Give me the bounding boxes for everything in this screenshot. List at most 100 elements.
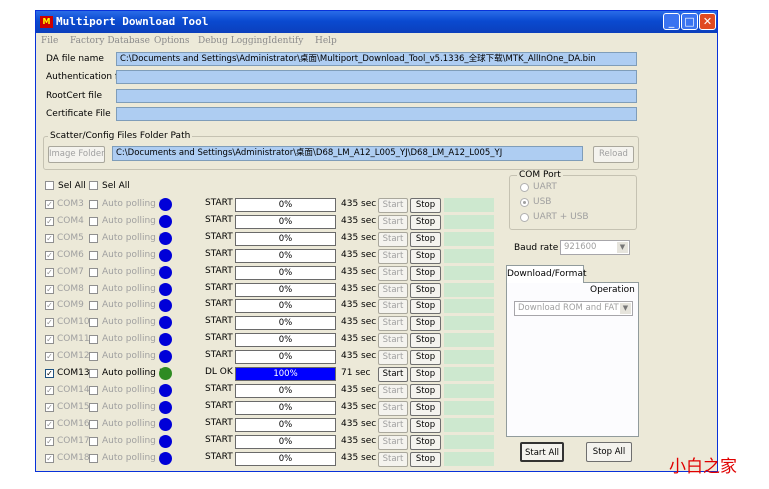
port-enable-checkbox[interactable]: ✓ — [45, 402, 54, 412]
menu-help[interactable]: Help — [315, 36, 337, 46]
auto-polling-checkbox[interactable] — [89, 301, 98, 311]
port-status-indicator — [159, 231, 172, 245]
port-stop-button[interactable]: Stop — [410, 383, 441, 399]
port-enable-checkbox[interactable]: ✓ — [45, 369, 54, 378]
port-start-button[interactable]: Start — [378, 299, 408, 315]
port-com-label: COM4 — [57, 215, 84, 226]
port-start-button[interactable]: Start — [378, 434, 408, 450]
port-stop-button[interactable]: Stop — [410, 198, 441, 213]
port-enable-checkbox[interactable]: ✓ — [45, 385, 54, 395]
port-stop-button[interactable]: Stop — [410, 400, 441, 416]
port-stop-button[interactable]: Stop — [410, 282, 441, 298]
port-start-button[interactable]: Start — [378, 248, 408, 264]
auto-polling-checkbox[interactable] — [89, 436, 98, 446]
auto-polling-checkbox[interactable] — [89, 233, 98, 243]
sel-all-checkbox-2[interactable] — [89, 181, 98, 190]
port-stop-button[interactable]: Stop — [410, 417, 441, 433]
auto-polling-checkbox[interactable] — [89, 267, 98, 277]
port-enable-checkbox[interactable]: ✓ — [45, 250, 54, 260]
radio-uart-usb[interactable] — [520, 213, 529, 222]
port-start-button[interactable]: Start — [378, 316, 408, 332]
port-stop-button[interactable]: Stop — [410, 350, 441, 366]
auto-polling-checkbox[interactable] — [89, 284, 98, 294]
port-start-button[interactable]: Start — [378, 231, 408, 247]
reload-button[interactable]: Reload — [593, 146, 634, 163]
auto-polling-checkbox[interactable] — [89, 453, 98, 463]
radio-uart[interactable] — [520, 183, 529, 192]
port-enable-checkbox[interactable]: ✓ — [45, 301, 54, 311]
port-start-button[interactable]: Start — [378, 451, 408, 467]
port-enable-checkbox[interactable]: ✓ — [45, 352, 54, 362]
menu-options[interactable]: Options — [154, 36, 189, 46]
port-progress-bar: 0% — [235, 400, 336, 415]
maximize-button[interactable]: □ — [681, 13, 698, 30]
port-start-button[interactable]: Start — [378, 282, 408, 298]
menu-file[interactable]: File — [41, 36, 58, 46]
port-stop-button[interactable]: Stop — [410, 451, 441, 467]
port-stop-button[interactable]: Stop — [410, 248, 441, 264]
auto-polling-checkbox[interactable] — [89, 419, 98, 429]
title-bar[interactable]: M Multiport Download Tool _ □ ✕ — [36, 11, 717, 33]
port-stop-button[interactable]: Stop — [410, 367, 441, 382]
scatter-path-field[interactable]: C:\Documents and Settings\Administrator\… — [112, 146, 583, 161]
port-start-button[interactable]: Start — [378, 400, 408, 416]
auto-polling-checkbox[interactable] — [89, 216, 98, 226]
port-enable-checkbox[interactable]: ✓ — [45, 233, 54, 243]
port-result-box — [444, 316, 494, 331]
port-enable-checkbox[interactable]: ✓ — [45, 200, 54, 209]
port-start-button[interactable]: Start — [378, 198, 408, 213]
image-folder-button[interactable]: Image Folder — [48, 146, 105, 163]
port-stop-button[interactable]: Stop — [410, 265, 441, 281]
port-start-button[interactable]: Start — [378, 214, 408, 230]
sel-all-checkbox-1[interactable] — [45, 181, 54, 190]
stop-all-button[interactable]: Stop All — [586, 442, 632, 462]
auto-polling-label: Auto polling 5 — [102, 232, 165, 243]
radio-usb[interactable] — [520, 198, 529, 207]
port-enable-checkbox[interactable]: ✓ — [45, 267, 54, 277]
auto-polling-checkbox[interactable] — [89, 385, 98, 395]
start-all-button[interactable]: Start All — [520, 442, 564, 462]
port-enable-checkbox[interactable]: ✓ — [45, 284, 54, 294]
minimize-button[interactable]: _ — [663, 13, 680, 30]
tab-download-format[interactable]: Download/Format — [506, 265, 586, 283]
rootcert-file-field[interactable] — [116, 89, 637, 103]
menu-identify[interactable]: Identify — [268, 36, 303, 46]
chevron-down-icon: ▼ — [620, 303, 631, 314]
auth-file-field[interactable] — [116, 70, 637, 84]
port-status-text: START — [205, 383, 233, 394]
port-status-text: START — [205, 231, 233, 242]
port-start-button[interactable]: Start — [378, 265, 408, 281]
certificate-file-field[interactable] — [116, 107, 637, 121]
port-start-button[interactable]: Start — [378, 383, 408, 399]
auto-polling-checkbox[interactable] — [89, 335, 98, 345]
auto-polling-checkbox[interactable] — [89, 352, 98, 362]
close-button[interactable]: ✕ — [699, 13, 716, 30]
port-start-button[interactable]: Start — [378, 367, 408, 382]
port-enable-checkbox[interactable]: ✓ — [45, 335, 54, 345]
menu-debug-logging[interactable]: Debug Logging — [198, 36, 268, 46]
port-enable-checkbox[interactable]: ✓ — [45, 216, 54, 226]
port-enable-checkbox[interactable]: ✓ — [45, 436, 54, 446]
port-enable-checkbox[interactable]: ✓ — [45, 419, 54, 429]
port-stop-button[interactable]: Stop — [410, 333, 441, 349]
menu-factory-database[interactable]: Factory Database — [70, 36, 150, 46]
port-enable-checkbox[interactable]: ✓ — [45, 318, 54, 328]
certificate-file-label: Certificate File — [46, 109, 111, 119]
port-start-button[interactable]: Start — [378, 417, 408, 433]
port-stop-button[interactable]: Stop — [410, 214, 441, 230]
auto-polling-checkbox[interactable] — [89, 250, 98, 260]
baud-rate-select[interactable]: 921600 ▼ — [560, 240, 630, 255]
operation-select[interactable]: Download ROM and FAT ▼ — [514, 301, 633, 316]
auto-polling-checkbox[interactable] — [89, 402, 98, 412]
auto-polling-checkbox[interactable] — [89, 200, 98, 209]
port-enable-checkbox[interactable]: ✓ — [45, 453, 54, 463]
auto-polling-checkbox[interactable] — [89, 369, 98, 378]
auto-polling-checkbox[interactable] — [89, 318, 98, 328]
da-file-field[interactable]: C:\Documents and Settings\Administrator\… — [116, 52, 637, 66]
port-start-button[interactable]: Start — [378, 333, 408, 349]
port-stop-button[interactable]: Stop — [410, 299, 441, 315]
port-stop-button[interactable]: Stop — [410, 231, 441, 247]
port-start-button[interactable]: Start — [378, 350, 408, 366]
port-stop-button[interactable]: Stop — [410, 434, 441, 450]
port-stop-button[interactable]: Stop — [410, 316, 441, 332]
